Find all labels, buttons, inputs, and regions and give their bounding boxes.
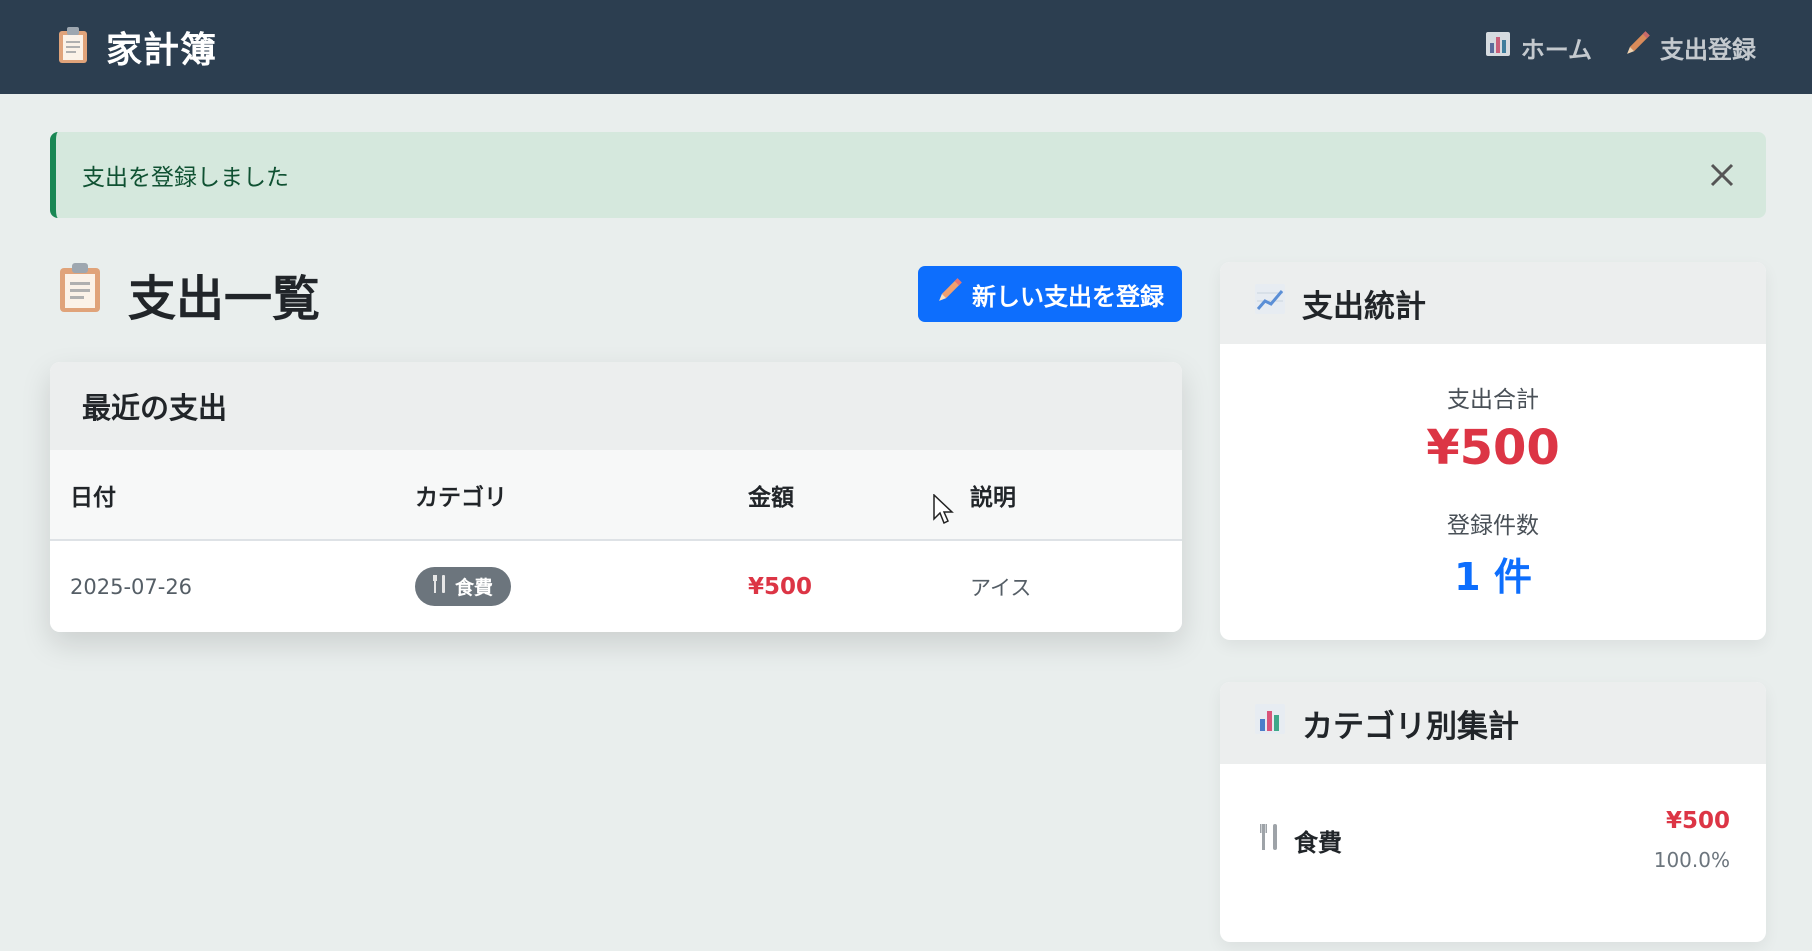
category-badge-label: 食費 [455,577,494,599]
category-summary-header: カテゴリ別集計 [1220,682,1766,764]
nav-add-expense-link[interactable]: 支出登録 [1624,30,1756,65]
expenses-table: 日付 カテゴリ 金額 説明 2025-07-26 食費 ¥500 アイス [50,450,1182,632]
recent-expenses-title: 最近の支出 [82,391,228,425]
column-header-category[interactable]: カテゴリ [395,450,728,540]
category-amount: ¥500 [1665,808,1730,834]
clipboard-icon [58,26,88,68]
clipboard-icon [58,262,102,326]
mouse-cursor-icon [933,493,955,530]
stats-header: 支出統計 [1220,262,1766,344]
pencil-icon [936,278,962,310]
brand-title: 家計簿 [106,30,218,71]
page-title-text: 支出一覧 [128,271,321,327]
category-summary-title: カテゴリ別集計 [1302,708,1519,745]
nav-add-expense-label: 支出登録 [1660,35,1756,64]
stats-title: 支出統計 [1302,288,1426,325]
close-icon [1704,163,1740,197]
page-header: 支出一覧 新しい支出を登録 [58,258,1182,330]
brand-link[interactable]: 家計簿 [58,21,217,73]
category-name: 食費 [1260,823,1342,858]
bar-chart-icon [1254,703,1286,743]
category-values: ¥500 100.0% [1654,808,1730,872]
nav-home-link[interactable]: ホーム [1485,30,1592,65]
total-value: ¥500 [1426,420,1560,476]
category-name-label: 食費 [1294,828,1342,857]
recent-expenses-header: 最近の支出 [50,362,1182,450]
column-header-amount[interactable]: 金額 [728,450,950,540]
recent-expenses-card: 最近の支出 日付 カテゴリ 金額 説明 2025-07-26 食費 ¥500 ア… [50,362,1182,632]
new-expense-button-label: 新しい支出を登録 [972,282,1164,311]
table-row[interactable]: 2025-07-26 食費 ¥500 アイス [50,540,1182,632]
page-title: 支出一覧 [58,259,320,329]
nav-home-label: ホーム [1520,35,1592,64]
category-summary-card: カテゴリ別集計 食費 ¥500 100.0% [1220,682,1766,942]
stats-card: 支出統計 支出合計 ¥500 登録件数 1 件 [1220,262,1766,640]
stats-body: 支出合計 ¥500 登録件数 1 件 [1220,344,1766,601]
bar-chart-icon [1485,31,1511,63]
pencil-icon [1624,31,1650,63]
count-value: 1 件 [1454,555,1532,599]
table-header-row: 日付 カテゴリ 金額 説明 [50,450,1182,540]
fork-knife-icon [433,575,447,598]
cell-category: 食費 [395,540,728,632]
cell-description: アイス [970,575,1032,600]
fork-knife-icon [1260,824,1280,856]
new-expense-button[interactable]: 新しい支出を登録 [918,266,1182,322]
count-label: 登録件数 [1447,513,1539,539]
total-label: 支出合計 [1447,387,1539,413]
cell-amount: ¥500 [748,573,813,600]
category-percent: 100.0% [1653,848,1730,872]
list-item: 食費 ¥500 100.0% [1220,764,1766,872]
nav-links: ホーム 支出登録 [1485,30,1756,65]
alert-close-button[interactable] [1704,157,1740,193]
category-badge: 食費 [415,567,512,606]
cell-date: 2025-07-26 [70,574,193,599]
navbar: 家計簿 ホーム 支出登録 [0,0,1812,94]
alert-message: 支出を登録しました [82,165,289,191]
chart-increasing-icon [1254,283,1286,323]
column-header-description[interactable]: 説明 [950,450,1182,540]
column-header-date[interactable]: 日付 [50,450,395,540]
success-alert: 支出を登録しました [50,132,1766,218]
